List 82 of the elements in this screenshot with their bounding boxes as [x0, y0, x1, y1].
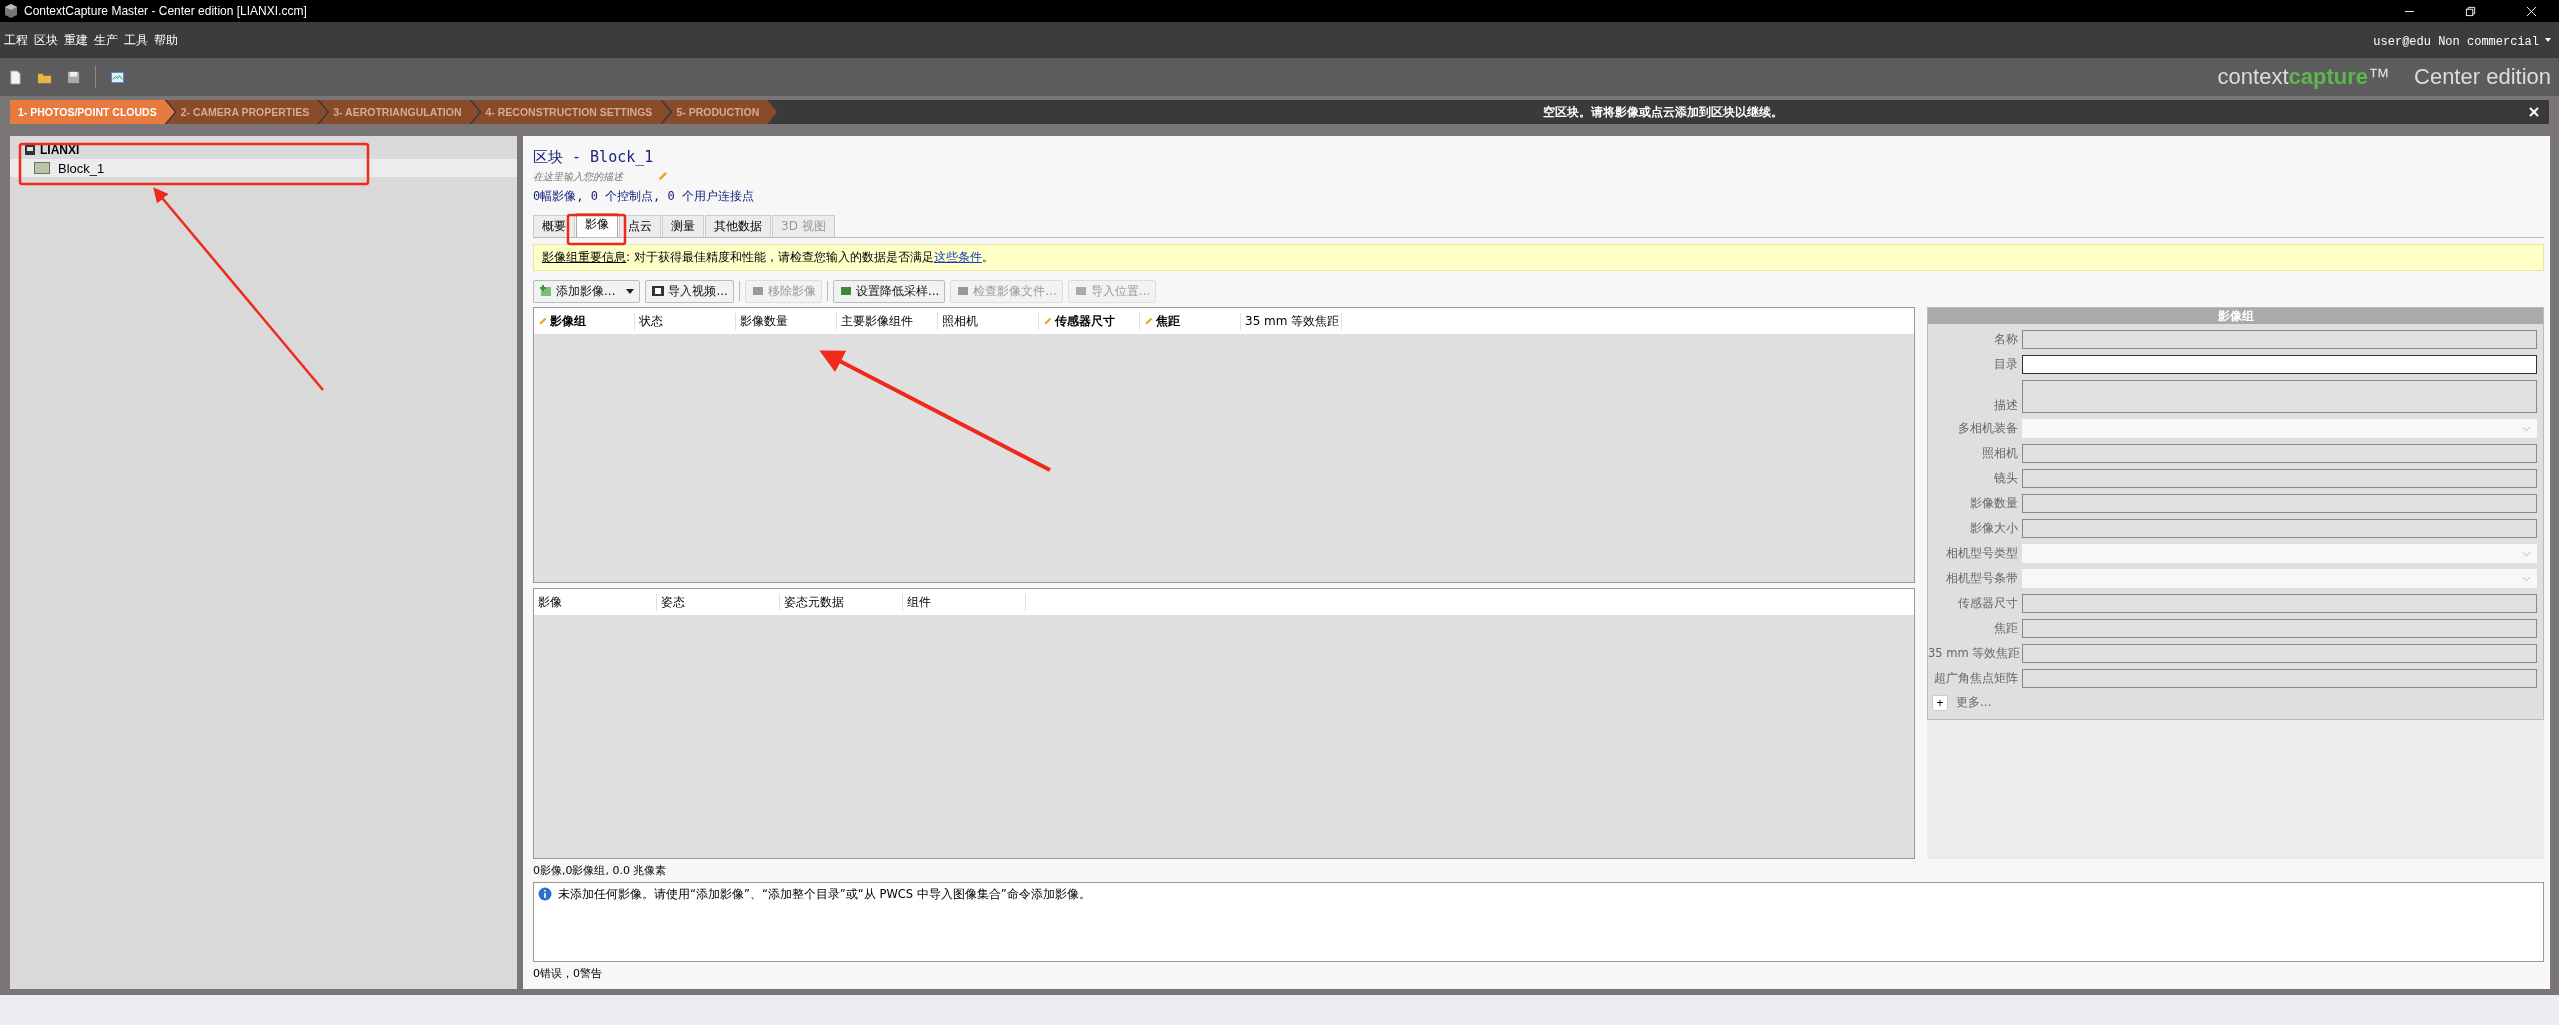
restore-icon[interactable]	[2465, 5, 2476, 17]
column-header[interactable]: 组件	[903, 593, 1026, 611]
field-label: 多相机装备	[1957, 421, 2018, 436]
edition-label: Center edition	[2414, 64, 2551, 90]
brand-logo: contextcapture™	[2217, 64, 2390, 90]
field-label: 相机型号类型	[1945, 546, 2018, 561]
column-header[interactable]: 传感器尺寸	[1039, 312, 1140, 330]
block-title: 区块 - Block_1	[533, 148, 654, 167]
menu-item[interactable]: 工具	[124, 31, 148, 49]
menu-item[interactable]: 生产	[94, 31, 118, 49]
image-stats: 0影像,0影像组, 0.0 兆像素	[533, 863, 667, 878]
field-label: 35 mm 等效焦距	[1928, 646, 2018, 661]
image-icon[interactable]	[110, 69, 125, 85]
block-icon	[34, 162, 50, 174]
tab[interactable]: 影像	[576, 213, 618, 237]
pencil-icon[interactable]	[657, 171, 668, 182]
info-icon	[538, 887, 552, 901]
project-icon	[24, 144, 36, 156]
window-title: ContextCapture Master - Center edition [LIANXI.ccm]	[24, 4, 307, 18]
column-header[interactable]: 照相机	[938, 312, 1039, 330]
input-field[interactable]	[2022, 355, 2537, 374]
image-icon	[956, 284, 971, 298]
pencil-icon	[1043, 316, 1052, 326]
column-header[interactable]: 姿态元数据	[780, 593, 903, 611]
tab[interactable]: 测量	[662, 215, 704, 237]
field-label: 照相机	[1981, 446, 2018, 461]
field-label: 名称	[1993, 332, 2018, 347]
tab[interactable]: 概要	[533, 215, 575, 237]
image-icon	[750, 284, 765, 298]
column-header[interactable]: 影像组	[534, 312, 635, 330]
expand-button[interactable]: +	[1932, 694, 1948, 711]
toolbar-button[interactable]: 导入视频...	[645, 279, 734, 303]
info-text: 影像组重要信息: 对于获得最佳精度和性能，请检查您输入的数据是否满足这些条件。	[542, 250, 994, 264]
field-label: 超广角焦点矩阵	[1933, 671, 2018, 686]
save-icon[interactable]	[66, 69, 81, 85]
toolbar-button[interactable]: 添加影像...	[533, 279, 641, 303]
field-label: 描述	[1993, 398, 2018, 413]
menu-item[interactable]: 区块	[34, 31, 58, 49]
field-label: 相机型号条带	[1945, 571, 2018, 586]
image-icon	[1073, 284, 1088, 298]
error-summary: 0错误，0警告	[533, 966, 602, 981]
close-icon[interactable]	[2529, 107, 2539, 117]
column-header[interactable]: 姿态	[657, 593, 780, 611]
menu-item[interactable]: 工程	[4, 31, 28, 49]
block-summary: 0幅影像, 0 个控制点, 0 个用户连接点	[533, 188, 755, 205]
image-icon	[838, 284, 853, 298]
panel-title: 影像组	[1928, 308, 2543, 324]
tab[interactable]: 点云	[619, 215, 661, 237]
dropdown-caret-icon[interactable]	[626, 288, 635, 294]
menu-item[interactable]: 重建	[64, 31, 88, 49]
more-label[interactable]: 更多...	[1956, 694, 1992, 711]
conditions-link[interactable]: 这些条件	[933, 250, 982, 264]
pencil-icon	[1144, 316, 1153, 326]
app-logo-icon	[4, 4, 18, 18]
close-icon[interactable]	[2526, 5, 2537, 17]
menu-item[interactable]: 帮助	[154, 31, 178, 49]
field-label: 影像数量	[1969, 496, 2018, 511]
column-header[interactable]: 焦距	[1140, 312, 1241, 330]
field-label: 目录	[1993, 357, 2018, 372]
column-header[interactable]: 35 mm 等效焦距	[1241, 312, 1342, 330]
field-label: 镜头	[1993, 471, 2018, 486]
field-label: 焦距	[1993, 621, 2018, 636]
tree-item[interactable]: Block_1	[10, 159, 517, 177]
description-field[interactable]: 在这里输入您的描述	[533, 171, 653, 182]
tree-root[interactable]: LIANXI	[40, 143, 80, 157]
notice-text: 空区块。请将影像或点云添加到区块以继续。	[1543, 103, 1784, 121]
film-icon	[651, 284, 666, 298]
column-header[interactable]: 影像数量	[736, 312, 837, 330]
column-header[interactable]: 影像	[534, 593, 657, 611]
annotation-box	[566, 213, 627, 246]
caret-icon[interactable]	[2545, 38, 2551, 42]
message-text: 未添加任何影像。请使用“添加影像”、“添加整个目录”或“从 PWCS 中导入图像集合”命令添加影像。	[558, 887, 1091, 902]
tab[interactable]: 其他数据	[705, 215, 771, 237]
new-file-icon[interactable]	[8, 69, 23, 85]
field-label: 传感器尺寸	[1957, 596, 2018, 611]
field-label: 影像大小	[1969, 521, 2018, 536]
toolbar-button[interactable]: 设置降低采样...	[832, 279, 946, 303]
column-header[interactable]: 状态	[635, 312, 736, 330]
account-menu[interactable]: user@edu Non commercial	[2373, 35, 2539, 49]
add-image-icon	[539, 284, 553, 298]
pencil-icon	[538, 316, 547, 326]
column-header[interactable]: 主要影像组件	[837, 312, 938, 330]
